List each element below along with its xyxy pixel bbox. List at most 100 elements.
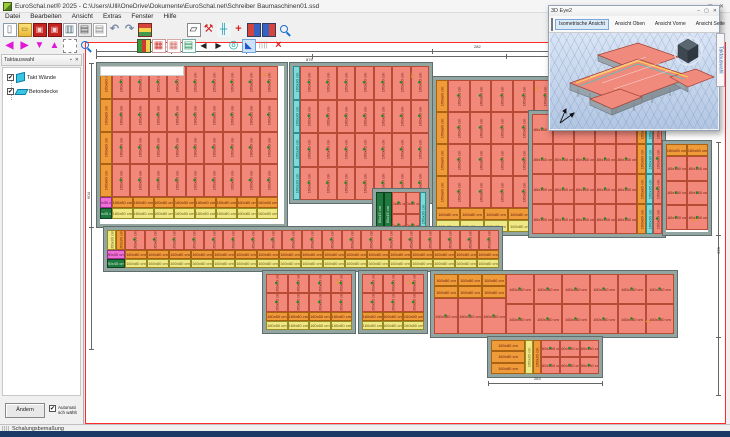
panel-salmon[interactable]: 160x80 cm bbox=[130, 99, 148, 132]
panel-salmon[interactable]: 160x80 cm bbox=[186, 132, 204, 165]
panel-salmon[interactable]: 160x80 cm bbox=[337, 66, 355, 100]
save-icon[interactable]: ▣ bbox=[33, 23, 47, 37]
panel-orange[interactable]: 160x80 cm bbox=[100, 132, 112, 165]
panel-orange[interactable]: 160x80 cm bbox=[436, 176, 448, 208]
panel-green[interactable]: 80x45 cm bbox=[107, 259, 125, 268]
panel-salmon[interactable]: 160x80 cm bbox=[470, 176, 492, 208]
panel-salmon[interactable]: 160x80 cm bbox=[342, 230, 362, 250]
3d-minimize-button[interactable]: – bbox=[697, 8, 700, 14]
menu-hilfe[interactable]: Hilfe bbox=[158, 12, 181, 21]
panel-pink[interactable]: 80x30 cm bbox=[100, 197, 112, 208]
target-icon[interactable]: ◎ bbox=[227, 39, 241, 53]
panel-orange[interactable]: 160x80 cm bbox=[288, 312, 310, 321]
panel-orange[interactable]: 160x80 cm bbox=[362, 312, 383, 321]
panel-salmon[interactable]: 160x80 cm bbox=[204, 99, 222, 132]
panel-salmon[interactable]: 160x80 cm bbox=[491, 112, 513, 144]
panel-yellow[interactable]: 160x80 cm bbox=[235, 259, 257, 268]
panel-yellow[interactable]: 160x80 cm bbox=[174, 208, 195, 219]
panel-salmon[interactable]: 160x80 cm bbox=[204, 132, 222, 165]
panel-salmon[interactable]: 160x80 cm bbox=[381, 230, 401, 250]
isometric-view-button[interactable]: Isometrische Ansicht bbox=[555, 19, 609, 30]
redo-icon[interactable]: ↷ bbox=[123, 23, 137, 37]
panel-orange[interactable]: 160x80 cm bbox=[301, 250, 323, 259]
panel-salmon[interactable]: 160x80 cm bbox=[300, 100, 318, 134]
3d-maximize-button[interactable]: ▢ bbox=[704, 8, 709, 14]
panel-salmon[interactable]: 160x80 cm bbox=[392, 133, 410, 167]
panel-orange[interactable]: 160x30 cm bbox=[116, 230, 125, 250]
panel-salmon[interactable]: 160x80 cm bbox=[241, 132, 259, 165]
panel-salmon[interactable]: 160x160 cm bbox=[560, 340, 579, 357]
walls-checkbox[interactable]: ✔ bbox=[7, 74, 14, 81]
panel-orange[interactable]: 160x80 cm bbox=[436, 112, 448, 144]
panel-salmon[interactable]: 160x160 cm bbox=[618, 274, 646, 304]
auto-select-checkbox[interactable]: ✔ Automati sch wählt bbox=[49, 405, 77, 416]
panel-salmon[interactable]: 160x80 cm bbox=[186, 164, 204, 197]
panel-orange[interactable]: 160x80 cm bbox=[482, 286, 506, 298]
panel-salmon[interactable]: 160x160 cm bbox=[595, 144, 616, 174]
panel-yellow[interactable]: 160x80 cm bbox=[257, 259, 279, 268]
panel-cyan[interactable]: 160x30 cm bbox=[293, 66, 300, 100]
panel-cyan[interactable]: 160x30 cm bbox=[293, 167, 300, 201]
nav-right-icon[interactable]: ▶ bbox=[18, 39, 32, 53]
auto-checkbox-box[interactable]: ✔ bbox=[49, 405, 56, 412]
top-view-button[interactable]: Ansicht Oben bbox=[611, 19, 649, 30]
room-band[interactable]: 160x30 cm160x30 cm160x80 cm160x80 cm160x… bbox=[104, 227, 502, 271]
panel-yellow[interactable]: 160x80 cm bbox=[213, 259, 235, 268]
panel-orange[interactable]: 160x80 cm bbox=[436, 80, 448, 112]
panel-salmon[interactable]: 160x80 cm bbox=[223, 230, 243, 250]
panel-orange[interactable]: 160x80 cm bbox=[133, 197, 154, 208]
room-topmid[interactable]: 160x30 cm160x30 cm160x30 cm160x30 cm160x… bbox=[290, 63, 432, 203]
panel-yellow[interactable]: 160x80 cm bbox=[216, 208, 237, 219]
panel-salmon[interactable]: 160x80 cm bbox=[491, 176, 513, 208]
panel-salmon[interactable]: 160x80 cm bbox=[260, 164, 278, 197]
panel-orange[interactable]: 160x80 cm bbox=[323, 250, 345, 259]
panel-orange[interactable]: 160x80 cm bbox=[434, 286, 458, 298]
menu-fenster[interactable]: Fenster bbox=[126, 12, 158, 21]
panel-salmon[interactable]: 160x160 cm bbox=[590, 304, 618, 334]
panel-salmon[interactable]: 160x80 cm bbox=[263, 230, 283, 250]
panel-yellow[interactable]: 160x80 cm bbox=[331, 321, 353, 330]
panel-orange[interactable]: 160x80 cm bbox=[169, 250, 191, 259]
grid-colored-icon[interactable] bbox=[137, 39, 151, 53]
panel-salmon[interactable]: 160x160 cm bbox=[595, 204, 616, 234]
measure-icon[interactable]: ◣ bbox=[242, 39, 256, 53]
panel-salmon[interactable]: 160x80 cm bbox=[331, 293, 353, 312]
hatch-icon[interactable]: |||| bbox=[257, 39, 271, 53]
panel-orange[interactable]: 160x80 cm bbox=[411, 250, 433, 259]
panel-orange[interactable]: 160x80 cm bbox=[666, 144, 687, 156]
panel-orange[interactable]: 160x80 cm bbox=[213, 250, 235, 259]
panel-salmon[interactable]: 160x80 cm bbox=[149, 164, 167, 197]
panel-salmon[interactable]: 160x80 cm bbox=[383, 293, 404, 312]
print-preview-icon[interactable]: ▤ bbox=[93, 23, 107, 37]
panel-orange[interactable]: 160x80 cm bbox=[433, 250, 455, 259]
panel-salmon[interactable]: 160x160 cm bbox=[646, 274, 674, 304]
panel-cyan[interactable]: 160x30 cm bbox=[293, 133, 300, 167]
panel-salmon[interactable]: 160x80 cm bbox=[167, 164, 185, 197]
panel-orange[interactable]: 160x80 cm bbox=[637, 174, 646, 204]
wall-tool-icon[interactable]: ╫ bbox=[217, 23, 231, 37]
panel-salmon[interactable]: 160x80 cm bbox=[112, 99, 130, 132]
panel-yellow[interactable]: 160x30 cm bbox=[525, 340, 533, 374]
panel-yellow[interactable]: 160x30 cm bbox=[107, 230, 116, 250]
panel-orange[interactable]: 160x80 cm bbox=[491, 363, 525, 374]
panel-salmon[interactable]: 160x160 cm bbox=[482, 298, 506, 334]
panel-salmon[interactable]: 160x80 cm bbox=[149, 99, 167, 132]
draw-polygon-icon[interactable]: ▱ bbox=[187, 23, 201, 37]
panel-salmon[interactable]: 160x80 cm bbox=[362, 293, 383, 312]
panel-yellow[interactable]: 160x80 cm bbox=[389, 259, 411, 268]
panel-orange[interactable]: 160x80 cm bbox=[235, 250, 257, 259]
panel-salmon[interactable]: 160x160 cm bbox=[532, 144, 553, 174]
panel-salmon[interactable]: 160x160 cm bbox=[616, 144, 637, 174]
panel-salmon[interactable]: 160x80 cm bbox=[223, 132, 241, 165]
panel-yellow[interactable]: 160x80 cm bbox=[154, 208, 175, 219]
side-view-button[interactable]: Ansicht Seite bbox=[692, 19, 729, 30]
panel-salmon[interactable]: 160x160 cm bbox=[560, 357, 579, 374]
panel-orange[interactable]: 160x30 cm bbox=[533, 340, 541, 374]
panel-yellow[interactable]: 160x80 cm bbox=[288, 321, 310, 330]
panel-salmon[interactable]: 160x160 cm bbox=[687, 156, 708, 181]
panel-yellow[interactable]: 160x80 cm bbox=[195, 208, 216, 219]
panel-salmon[interactable]: 160x160 cm bbox=[666, 205, 687, 230]
panel-salmon[interactable]: 160x160 cm bbox=[574, 174, 595, 204]
panel-salmon[interactable]: 160x160 cm bbox=[580, 357, 599, 374]
panel-orange[interactable]: 160x80 cm bbox=[257, 197, 278, 208]
